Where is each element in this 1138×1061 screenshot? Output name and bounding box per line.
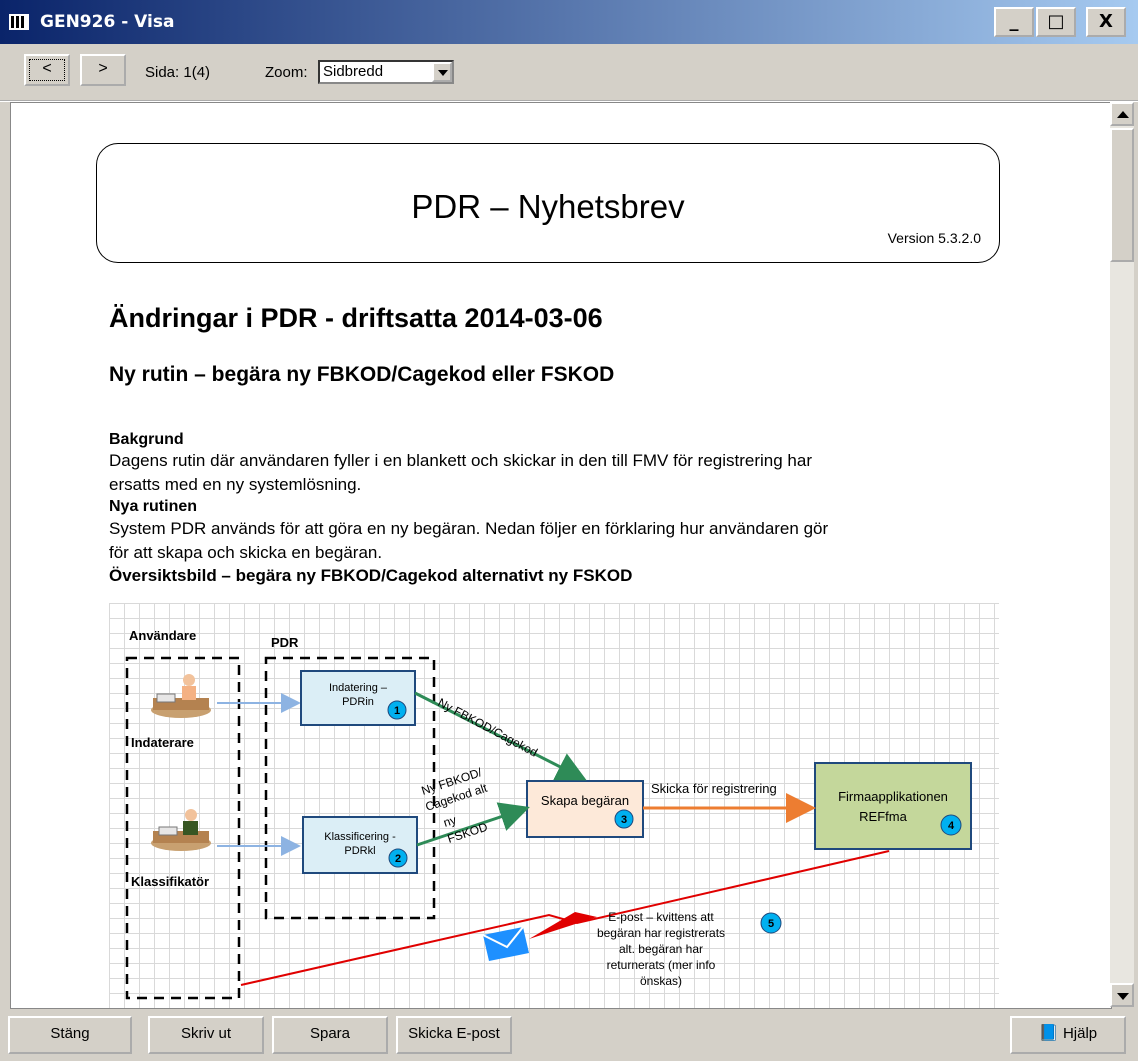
badge-1-text: 1 xyxy=(394,705,400,717)
lightning-icon xyxy=(529,912,597,939)
scroll-thumb[interactable] xyxy=(1110,128,1134,262)
email-text-3: alt. begäran har xyxy=(619,942,703,956)
box3-label: Skapa begäran xyxy=(541,793,629,808)
box4-line1: Firmaapplikationen xyxy=(838,789,948,804)
main-heading: Ändringar i PDR - driftsatta 2014-03-06 xyxy=(109,303,603,333)
badge-4-text: 4 xyxy=(948,820,955,832)
prev-page-button[interactable]: < xyxy=(24,54,70,86)
email-icon xyxy=(482,926,529,961)
box2-line1: Klassificering - xyxy=(324,831,396,843)
nya-line-1: System PDR används för att göra en ny be… xyxy=(109,519,829,538)
arrow-send-label: Skicka för registrering xyxy=(651,781,777,796)
button-bar: Stäng Skriv ut Spara Skicka E-post 📘 Hjä… xyxy=(0,1010,1138,1061)
version-label: Version 5.3.2.0 xyxy=(887,230,981,246)
title-bar: GEN926 - Visa _ □ X xyxy=(0,0,1138,44)
bakgrund-heading: Bakgrund xyxy=(109,431,184,448)
nya-rutinen-heading: Nya rutinen xyxy=(109,498,198,515)
bakgrund-line-2: ersatts med en ny systemlösning. xyxy=(109,475,362,494)
close-window-button[interactable]: X xyxy=(1086,7,1126,37)
box1-line2: PDRin xyxy=(342,696,374,708)
newsletter-title: PDR – Nyhetsbrev xyxy=(411,188,685,225)
page-indicator: Sida: 1(4) xyxy=(145,64,211,81)
process-diagram: Användare PDR Indaterare Klassifikatör I… xyxy=(125,628,972,1000)
badge-5-text: 5 xyxy=(768,918,774,930)
box2-line2: PDRkl xyxy=(344,845,375,857)
app-icon xyxy=(9,14,29,30)
next-page-button[interactable]: > xyxy=(80,54,126,86)
arrow-top-label: Ny FBKOD/Cagekod xyxy=(436,695,540,759)
chevron-down-icon[interactable] xyxy=(432,62,452,82)
help-label: Hjälp xyxy=(1062,1025,1098,1042)
lane-users-label: Användare xyxy=(129,628,196,643)
email-text-1: E-post – kvittens att xyxy=(608,910,714,924)
bakgrund-line-1: Dagens rutin där användaren fyller i en … xyxy=(109,451,813,470)
maximize-button[interactable]: □ xyxy=(1036,7,1076,37)
box-firmaapplikationen xyxy=(814,762,972,850)
scroll-down-arrow-icon[interactable] xyxy=(1110,983,1134,1007)
zoom-label: Zoom: xyxy=(265,64,308,81)
toolbar: < > Sida: 1(4) Zoom: Sidbredd xyxy=(0,44,1138,102)
save-button[interactable]: Spara xyxy=(272,1016,388,1054)
scroll-up-arrow-icon[interactable] xyxy=(1110,102,1134,126)
arrow-mid-label-3: ny xyxy=(442,813,458,830)
badge-3-text: 3 xyxy=(621,814,627,826)
document-viewport[interactable]: PDR – Nyhetsbrev Version 5.3.2.0 Ändring… xyxy=(10,102,1112,1009)
vertical-scrollbar[interactable] xyxy=(1110,102,1134,1007)
indaterare-icon xyxy=(151,674,211,718)
indaterare-label: Indaterare xyxy=(131,735,194,750)
minimize-button[interactable]: _ xyxy=(994,7,1034,37)
box-skapa-begaran xyxy=(526,780,644,838)
help-book-icon: 📘 xyxy=(1038,1025,1059,1042)
box4-line2: REFfma xyxy=(859,809,907,824)
lane-pdr-label: PDR xyxy=(271,635,299,650)
klassifikator-label: Klassifikatör xyxy=(131,874,209,889)
newsletter-header: PDR – Nyhetsbrev Version 5.3.2.0 xyxy=(96,143,1000,263)
viewer-window: GEN926 - Visa _ □ X < > Sida: 1(4) Zoom:… xyxy=(0,0,1138,1061)
klassifikator-icon xyxy=(151,809,211,851)
help-button[interactable]: 📘 Hjälp xyxy=(1010,1016,1126,1054)
badge-2-text: 2 xyxy=(395,853,401,865)
nya-line-2: för att skapa och skicka en begäran. xyxy=(109,543,383,562)
zoom-select[interactable]: Sidbredd xyxy=(318,60,454,84)
send-email-button[interactable]: Skicka E-post xyxy=(396,1016,512,1054)
box1-line1: Indatering – xyxy=(329,682,388,694)
close-button[interactable]: Stäng xyxy=(8,1016,132,1054)
window-title: GEN926 - Visa xyxy=(40,12,175,32)
print-button[interactable]: Skriv ut xyxy=(148,1016,264,1054)
sub-heading: Ny rutin – begära ny FBKOD/Cagekod eller… xyxy=(109,363,615,386)
email-text-4: returnerats (mer info xyxy=(607,958,716,972)
email-text-2: begäran har registrerats xyxy=(597,926,725,940)
zoom-select-value: Sidbredd xyxy=(323,63,384,80)
email-text-5: önskas) xyxy=(640,974,682,988)
oversikt-heading: Översiktsbild – begära ny FBKOD/Cagekod … xyxy=(109,566,633,585)
